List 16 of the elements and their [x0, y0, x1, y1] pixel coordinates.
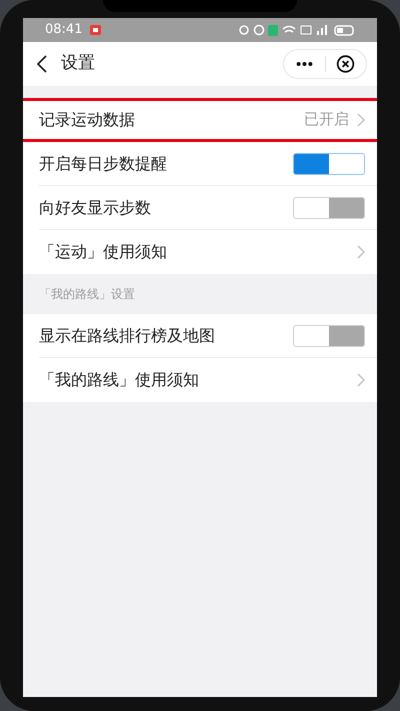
chevron-icon: [357, 112, 365, 126]
status-time: 08:41: [45, 21, 82, 40]
toggle-switch[interactable]: [293, 152, 365, 174]
row-label[interactable]: 记录运动数据: [39, 108, 135, 132]
row-label[interactable]: 「运动」使用须知: [39, 240, 167, 264]
back-icon[interactable]: [37, 55, 47, 73]
notification-icon: [90, 25, 102, 35]
page-title: 设置: [61, 52, 95, 76]
toggle-switch[interactable]: [293, 324, 365, 346]
section-header: 「我的路线」设置: [39, 286, 135, 303]
row-value: 已开启: [304, 109, 349, 130]
chevron-icon: [357, 245, 365, 259]
row-label[interactable]: 向好友显示步数: [39, 196, 151, 220]
chevron-icon: [357, 373, 365, 387]
toggle-switch[interactable]: [293, 196, 365, 218]
row-label[interactable]: 开启每日步数提醒: [39, 152, 167, 176]
